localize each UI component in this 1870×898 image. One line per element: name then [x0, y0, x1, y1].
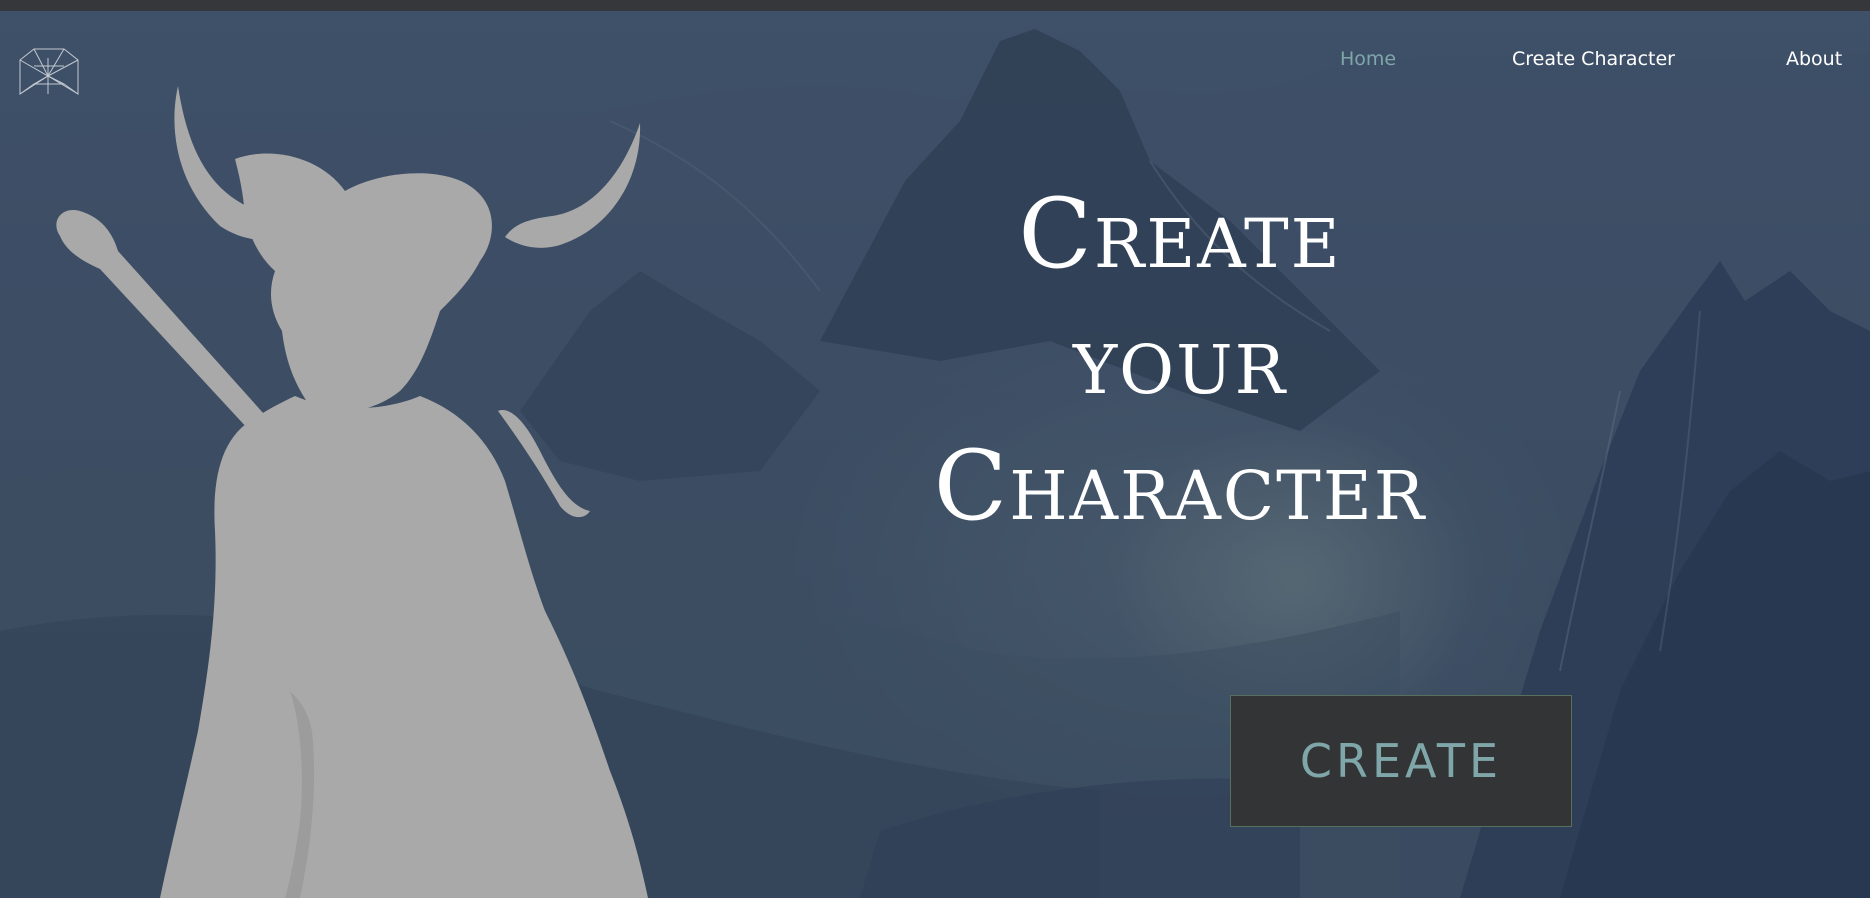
nav-create-character-link[interactable]: Create Character: [1512, 48, 1675, 70]
headline-line-2: your: [1072, 304, 1288, 416]
nav-about-link[interactable]: About: [1786, 48, 1842, 70]
warrior-silhouette-illustration: [56, 86, 648, 898]
headline-line-1: Create: [1018, 178, 1342, 290]
geometric-wireframe-logo-icon[interactable]: [18, 46, 80, 98]
browser-top-strip: [0, 0, 1870, 11]
hero-section: Home Create Character About Create your …: [0, 11, 1870, 898]
hero-headline: Create your Character: [820, 171, 1540, 549]
nav-home-link[interactable]: Home: [1340, 48, 1396, 70]
headline-line-3: Character: [933, 430, 1427, 542]
create-button[interactable]: CREATE: [1230, 695, 1572, 827]
